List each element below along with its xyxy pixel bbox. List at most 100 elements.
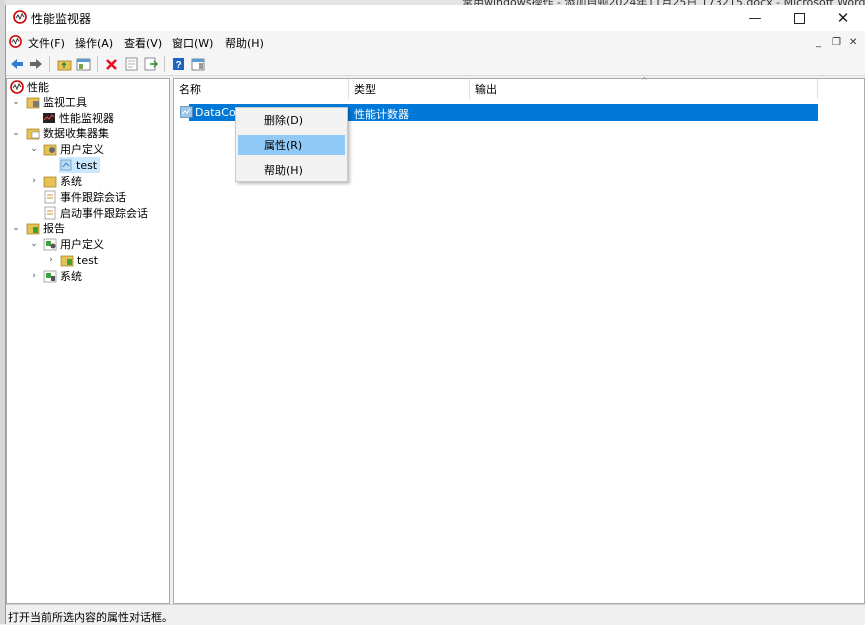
svg-text:?: ? xyxy=(175,60,181,71)
tree-item-performance[interactable]: 性能 xyxy=(10,79,49,95)
column-header-label: 名称 xyxy=(179,83,201,96)
user-defined-icon xyxy=(43,144,57,156)
tree-item-label: 报告 xyxy=(43,222,65,235)
context-menu-delete[interactable]: 删除(D) xyxy=(238,110,345,130)
tree-item-label: 用户定义 xyxy=(60,143,104,156)
window-title: 性能监视器 xyxy=(31,12,92,26)
tree-item-test-selected[interactable]: test xyxy=(59,157,101,173)
menu-item-label: 删除(D) xyxy=(264,114,304,127)
context-menu: 删除(D) 属性(R) 帮助(H) xyxy=(235,107,348,182)
back-button[interactable] xyxy=(9,56,25,72)
sort-indicator-icon: ^ xyxy=(641,76,648,85)
tree-item-label: 启动事件跟踪会话 xyxy=(60,207,148,220)
help-book-icon: ? xyxy=(172,58,184,71)
report-folder-icon xyxy=(60,255,74,267)
column-header-label: 输出 xyxy=(475,83,497,96)
column-header-name[interactable]: 名称 xyxy=(174,79,349,99)
graph-icon xyxy=(43,113,55,123)
collector-set-icon xyxy=(60,159,72,171)
row-type-cell: 性能计数器 xyxy=(354,108,409,121)
show-action-pane-button[interactable] xyxy=(190,56,206,72)
tree-item-system[interactable]: 系统 xyxy=(43,173,82,189)
mdi-minimize-icon[interactable]: _ xyxy=(816,37,821,48)
tree-item-label: 性能监视器 xyxy=(59,112,114,125)
delete-button[interactable] xyxy=(103,56,119,72)
tree-item-label: test xyxy=(77,253,99,267)
tree-item-event-trace-sessions[interactable]: 事件跟踪会话 xyxy=(43,189,126,205)
close-icon: ✕ xyxy=(836,9,850,27)
column-header-type[interactable]: 类型 xyxy=(349,79,470,99)
minimize-icon: — xyxy=(748,10,762,26)
chevron-down-icon[interactable]: ⌄ xyxy=(29,239,39,249)
chevron-down-icon[interactable]: ⌄ xyxy=(11,223,21,233)
tree-item-reports-test[interactable]: test xyxy=(60,252,98,268)
minimize-button[interactable]: — xyxy=(733,5,777,31)
perfmon-window: 性能监视器 — ✕ 文件(F) 操作(A) 查看(V) 窗口(W) 帮助(H) … xyxy=(5,5,865,625)
back-arrow-icon xyxy=(11,59,23,69)
action-pane-icon xyxy=(191,58,205,70)
status-bar: 打开当前所选内容的属性对话框。 xyxy=(6,604,865,625)
tree-item-reports-system[interactable]: 系统 xyxy=(43,268,82,284)
tree-item-user-defined[interactable]: 用户定义 xyxy=(43,141,104,157)
folder-up-icon xyxy=(57,60,71,70)
help-button[interactable]: ? xyxy=(170,56,186,72)
tree-item-reports-user-defined[interactable]: 用户定义 xyxy=(43,236,104,252)
folder-icon xyxy=(43,176,57,188)
trace-session-icon xyxy=(44,206,56,220)
title-bar[interactable]: 性能监视器 — ✕ xyxy=(6,5,865,31)
console-tree-icon xyxy=(76,58,90,70)
status-text: 打开当前所选内容的属性对话框。 xyxy=(8,611,173,624)
tree-item-label: 事件跟踪会话 xyxy=(60,191,126,204)
tree-item-monitor-tools[interactable]: 监视工具 xyxy=(26,94,87,110)
chevron-down-icon[interactable]: ⌄ xyxy=(29,144,39,154)
menu-bar: 文件(F) 操作(A) 查看(V) 窗口(W) 帮助(H) _ ❐ ✕ xyxy=(6,31,865,53)
tree-item-performance-monitor[interactable]: 性能监视器 xyxy=(42,110,114,126)
chevron-down-icon[interactable]: ⌄ xyxy=(11,97,21,107)
tree-item-reports[interactable]: 报告 xyxy=(26,220,65,236)
mdi-restore-icon[interactable]: ❐ xyxy=(832,37,841,48)
report-user-icon xyxy=(43,238,57,251)
close-button[interactable]: ✕ xyxy=(821,5,865,31)
menu-help[interactable]: 帮助(H) xyxy=(225,35,264,51)
maximize-button[interactable] xyxy=(777,5,821,31)
trace-session-icon xyxy=(44,190,56,204)
folder-tools-icon xyxy=(26,97,40,109)
console-tree: 性能 ⌄ 监视工具 性能监视器 ⌄ 数据收集器集 ⌄ 用户定义 test › 系… xyxy=(6,78,170,604)
system-menu-icon[interactable] xyxy=(9,35,22,48)
menu-item-label: 帮助(H) xyxy=(264,164,303,177)
chevron-down-icon[interactable]: ⌄ xyxy=(11,128,21,138)
up-folder-button[interactable] xyxy=(56,56,72,72)
toolbar: ? xyxy=(6,53,865,76)
tree-item-label: 性能 xyxy=(27,81,49,94)
tree-item-data-collector-sets[interactable]: 数据收集器集 xyxy=(26,125,109,141)
export-list-button[interactable] xyxy=(143,56,159,72)
tree-item-label: 系统 xyxy=(60,175,82,188)
tree-item-label: 数据收集器集 xyxy=(43,127,109,140)
data-collector-icon xyxy=(180,106,193,118)
mdi-close-icon[interactable]: ✕ xyxy=(849,37,857,48)
tree-item-label: 系统 xyxy=(60,270,82,283)
menu-window[interactable]: 窗口(W) xyxy=(172,35,213,51)
context-menu-help[interactable]: 帮助(H) xyxy=(238,160,345,180)
collector-sets-icon xyxy=(26,128,40,140)
report-system-icon xyxy=(43,270,57,283)
maximize-icon xyxy=(793,12,805,24)
perfmon-root-icon xyxy=(10,80,24,94)
chevron-right-icon[interactable]: › xyxy=(29,176,39,186)
properties-button[interactable] xyxy=(123,56,139,72)
tree-item-label: 监视工具 xyxy=(43,96,87,109)
row-name-cell: DataCollector01 xyxy=(195,106,235,119)
menu-file[interactable]: 文件(F) xyxy=(28,35,65,51)
properties-icon xyxy=(125,57,137,71)
forward-button[interactable] xyxy=(28,56,44,72)
show-hide-tree-button[interactable] xyxy=(75,56,91,72)
chevron-right-icon[interactable]: › xyxy=(46,255,56,265)
context-menu-properties[interactable]: 属性(R) xyxy=(238,135,345,155)
forward-arrow-icon xyxy=(30,59,42,69)
chevron-right-icon[interactable]: › xyxy=(29,271,39,281)
tree-item-label: test xyxy=(76,158,98,172)
menu-view[interactable]: 查看(V) xyxy=(124,35,162,51)
menu-action[interactable]: 操作(A) xyxy=(75,35,113,51)
perfmon-app-icon xyxy=(13,10,27,24)
tree-item-startup-event-trace-sessions[interactable]: 启动事件跟踪会话 xyxy=(43,205,148,221)
